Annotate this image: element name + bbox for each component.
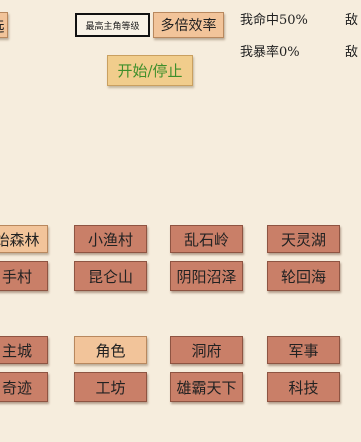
max-level-button[interactable]: 最高主角等级 — [75, 13, 150, 37]
map-button-rock-ridge[interactable]: 乱石岭 — [170, 225, 243, 253]
menu-label: 主城 — [1, 341, 32, 360]
menu-button-character[interactable]: 角色 — [74, 336, 147, 364]
menu-label: 雄霸天下 — [176, 378, 237, 397]
menu-label: 军事 — [288, 341, 319, 360]
menu-label: 工坊 — [95, 378, 126, 397]
enemy-hit-label: 敌 — [345, 13, 359, 28]
map-button-forest[interactable]: 始森林 — [0, 225, 48, 253]
menu-label: 洞府 — [191, 341, 222, 360]
map-label: 阴阳沼泽 — [176, 267, 237, 286]
map-label: 手村 — [1, 267, 32, 286]
menu-button-workshop[interactable]: 工坊 — [74, 372, 147, 402]
select-button-label: 选 — [0, 15, 5, 36]
start-stop-label: 开始/停止 — [117, 62, 183, 80]
menu-button-cave[interactable]: 洞府 — [170, 336, 243, 364]
menu-label: 角色 — [95, 341, 126, 360]
map-label: 小渔村 — [87, 230, 133, 249]
map-label: 乱石岭 — [183, 230, 229, 249]
menu-button-technology[interactable]: 科技 — [267, 372, 340, 402]
select-button-partial[interactable]: 选 — [0, 12, 8, 38]
menu-button-main-city[interactable]: 主城 — [0, 336, 48, 364]
map-button-fishing-village[interactable]: 小渔村 — [74, 225, 147, 253]
enemy-crit-label: 敌 — [345, 45, 359, 60]
map-label: 天灵湖 — [280, 230, 326, 249]
map-label: 轮回海 — [280, 267, 326, 286]
map-button-kunlun[interactable]: 昆仑山 — [74, 261, 147, 291]
map-button-sky-lake[interactable]: 天灵湖 — [267, 225, 340, 253]
menu-button-miracle[interactable]: 奇迹 — [0, 372, 48, 402]
menu-label: 科技 — [288, 378, 319, 397]
map-button-yinyang-swamp[interactable]: 阴阳沼泽 — [170, 261, 243, 291]
my-hit-rate: 我命中50% — [240, 13, 308, 28]
menu-button-military[interactable]: 军事 — [267, 336, 340, 364]
map-label: 昆仑山 — [87, 267, 133, 286]
menu-button-dominate[interactable]: 雄霸天下 — [170, 372, 243, 402]
map-button-novice-village[interactable]: 手村 — [0, 261, 48, 291]
start-stop-button[interactable]: 开始/停止 — [107, 55, 193, 86]
multi-efficiency-button[interactable]: 多倍效率 — [153, 12, 224, 38]
my-crit-rate: 我暴率0% — [240, 45, 300, 60]
map-label: 始森林 — [0, 230, 40, 249]
map-button-samsara-sea[interactable]: 轮回海 — [267, 261, 340, 291]
multi-efficiency-label: 多倍效率 — [160, 18, 217, 34]
menu-label: 奇迹 — [1, 378, 32, 397]
max-level-label: 最高主角等级 — [85, 21, 140, 32]
